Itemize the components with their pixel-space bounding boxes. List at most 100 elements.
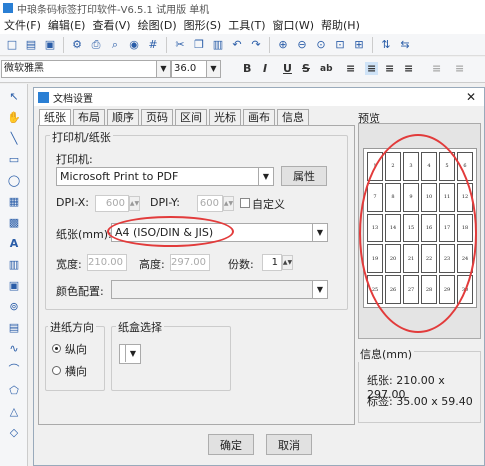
portrait-radio[interactable] bbox=[52, 344, 61, 353]
diamond-icon[interactable]: ◇ bbox=[5, 423, 23, 441]
main-toolbar: □ ▤ ▣ ⚙ ⎙ ⌕ ◉ # ✂ ❐ ▥ ↶ ↷ ⊕ ⊖ ⊙ ⊡ ⊞ ⇅ ⇆ bbox=[0, 34, 485, 56]
open-icon[interactable]: ▤ bbox=[23, 37, 39, 53]
zoom-in-icon[interactable]: ⊕ bbox=[275, 37, 291, 53]
zoom-width-icon[interactable]: ⊞ bbox=[351, 37, 367, 53]
arc-icon[interactable]: ⌒ bbox=[5, 360, 23, 378]
align-icon[interactable]: ⇅ bbox=[378, 37, 394, 53]
printer-value: Microsoft Print to PDF bbox=[60, 170, 179, 183]
dpi-y-input[interactable]: 600 ▲▼ bbox=[197, 195, 234, 212]
landscape-radio[interactable] bbox=[52, 366, 61, 375]
print-icon[interactable]: ⎙ bbox=[88, 37, 104, 53]
image-icon[interactable]: ▦ bbox=[5, 192, 23, 210]
strikethrough-button[interactable]: S bbox=[302, 62, 310, 75]
paste-icon[interactable]: ▥ bbox=[210, 37, 226, 53]
chevron-down-icon[interactable]: ▼ bbox=[258, 168, 273, 185]
zoom-out-icon[interactable]: ⊖ bbox=[294, 37, 310, 53]
menu-view[interactable]: 查看(V) bbox=[92, 17, 130, 33]
menu-file[interactable]: 文件(F) bbox=[4, 17, 41, 33]
menu-edit[interactable]: 编辑(E) bbox=[48, 17, 86, 33]
chevron-down-icon[interactable]: ▼ bbox=[312, 281, 327, 298]
picture-icon[interactable]: ▩ bbox=[5, 213, 23, 231]
chevron-down-icon[interactable]: ▼ bbox=[312, 224, 327, 241]
landscape-label: 横向 bbox=[65, 365, 87, 378]
rounded-rect-icon[interactable]: ▭ bbox=[5, 150, 23, 168]
tab-order[interactable]: 顺序 bbox=[107, 109, 139, 125]
align-justify-icon[interactable]: ≡ bbox=[404, 62, 413, 75]
chevron-down-icon[interactable]: ▼ bbox=[125, 345, 140, 362]
chevron-down-icon[interactable]: ▼ bbox=[156, 61, 170, 77]
chevron-down-icon[interactable]: ▼ bbox=[206, 61, 220, 77]
close-icon[interactable]: ✕ bbox=[466, 90, 476, 104]
polygon-icon[interactable]: ⬠ bbox=[5, 381, 23, 399]
align-center-icon[interactable]: ≡ bbox=[365, 62, 379, 75]
preview-icon[interactable]: ⌕ bbox=[107, 37, 123, 53]
menu-help[interactable]: 帮助(H) bbox=[321, 17, 360, 33]
height-input[interactable]: 297.00 bbox=[170, 254, 210, 271]
new-icon[interactable]: □ bbox=[4, 37, 20, 53]
dpi-x-spinner[interactable]: ▲▼ bbox=[129, 196, 140, 211]
pointer-icon[interactable]: ↖ bbox=[5, 87, 23, 105]
table-icon[interactable]: ▤ bbox=[5, 318, 23, 336]
menu-window[interactable]: 窗口(W) bbox=[273, 17, 314, 33]
underline-button[interactable]: U bbox=[283, 62, 292, 75]
cut-icon[interactable]: ✂ bbox=[172, 37, 188, 53]
ellipse-icon[interactable]: ◯ bbox=[5, 171, 23, 189]
font-name-value: 微软雅黑 bbox=[4, 63, 44, 74]
copies-spinner[interactable]: ▲▼ bbox=[282, 255, 293, 270]
copies-input[interactable]: 1 ▲▼ bbox=[262, 254, 293, 271]
color-config-select[interactable]: ▼ bbox=[111, 280, 328, 299]
tray-select[interactable]: ▼ bbox=[119, 344, 141, 364]
curve-icon[interactable]: ∿ bbox=[5, 339, 23, 357]
char-spacing-icon[interactable]: ab bbox=[320, 64, 333, 74]
toolbar-divider bbox=[166, 36, 167, 53]
font-size-select[interactable]: 36.0 ▼ bbox=[171, 60, 221, 78]
qrcode-icon[interactable]: ▣ bbox=[5, 276, 23, 294]
menu-shape[interactable]: 图形(S) bbox=[184, 17, 222, 33]
hand-icon[interactable]: ✋ bbox=[5, 108, 23, 126]
barcode-icon[interactable]: ▥ bbox=[5, 255, 23, 273]
height-label: 高度: bbox=[139, 258, 165, 271]
grid-icon[interactable]: # bbox=[145, 37, 161, 53]
copy-icon[interactable]: ❐ bbox=[191, 37, 207, 53]
distribute-icon[interactable]: ⇆ bbox=[397, 37, 413, 53]
printer-paper-group-label: 打印机/纸张 bbox=[50, 129, 113, 145]
redo-icon[interactable]: ↷ bbox=[248, 37, 264, 53]
zoom-fit-icon[interactable]: ⊙ bbox=[313, 37, 329, 53]
tab-range[interactable]: 区间 bbox=[175, 109, 207, 125]
bold-button[interactable]: B bbox=[243, 62, 251, 75]
zoom-page-icon[interactable]: ⊡ bbox=[332, 37, 348, 53]
undo-icon[interactable]: ↶ bbox=[229, 37, 245, 53]
tab-info[interactable]: 信息 bbox=[277, 109, 309, 125]
line-icon[interactable]: ╲ bbox=[5, 129, 23, 147]
valign-middle-icon[interactable]: ≡ bbox=[455, 62, 464, 75]
menu-draw[interactable]: 绘图(D) bbox=[138, 17, 177, 33]
triangle-icon[interactable]: △ bbox=[5, 402, 23, 420]
app-titlebar: 中琅条码标签打印软件-V6.5.1 试用版 单机 bbox=[0, 0, 485, 16]
tab-page-number[interactable]: 页码 bbox=[141, 109, 173, 125]
valign-top-icon[interactable]: ≡ bbox=[432, 62, 441, 75]
dpi-y-spinner[interactable]: ▲▼ bbox=[223, 196, 234, 211]
width-input[interactable]: 210.00 bbox=[87, 254, 127, 271]
align-left-icon[interactable]: ≡ bbox=[346, 62, 355, 75]
font-name-select[interactable]: 微软雅黑 ▼ bbox=[1, 60, 171, 78]
database-icon[interactable]: ◉ bbox=[126, 37, 142, 53]
italic-button[interactable]: I bbox=[263, 62, 267, 75]
settings-icon[interactable]: ⚙ bbox=[69, 37, 85, 53]
portrait-label: 纵向 bbox=[65, 343, 87, 356]
align-right-icon[interactable]: ≡ bbox=[385, 62, 394, 75]
save-icon[interactable]: ▣ bbox=[42, 37, 58, 53]
ok-button[interactable]: 确定 bbox=[208, 434, 254, 455]
cancel-button[interactable]: 取消 bbox=[266, 434, 312, 455]
tab-cursor[interactable]: 光标 bbox=[209, 109, 241, 125]
dpi-x-input[interactable]: 600 ▲▼ bbox=[95, 195, 140, 212]
text-icon[interactable]: A bbox=[5, 234, 23, 252]
properties-button[interactable]: 属性 bbox=[281, 166, 327, 186]
tab-paper[interactable]: 纸张 bbox=[39, 109, 71, 126]
tab-layout[interactable]: 布局 bbox=[73, 109, 105, 125]
tab-canvas[interactable]: 画布 bbox=[243, 109, 275, 125]
menu-tools[interactable]: 工具(T) bbox=[228, 17, 265, 33]
printer-select[interactable]: Microsoft Print to PDF ▼ bbox=[56, 167, 274, 186]
custom-checkbox[interactable] bbox=[240, 198, 250, 208]
shape-icon[interactable]: ⊚ bbox=[5, 297, 23, 315]
width-label: 宽度: bbox=[56, 258, 82, 271]
